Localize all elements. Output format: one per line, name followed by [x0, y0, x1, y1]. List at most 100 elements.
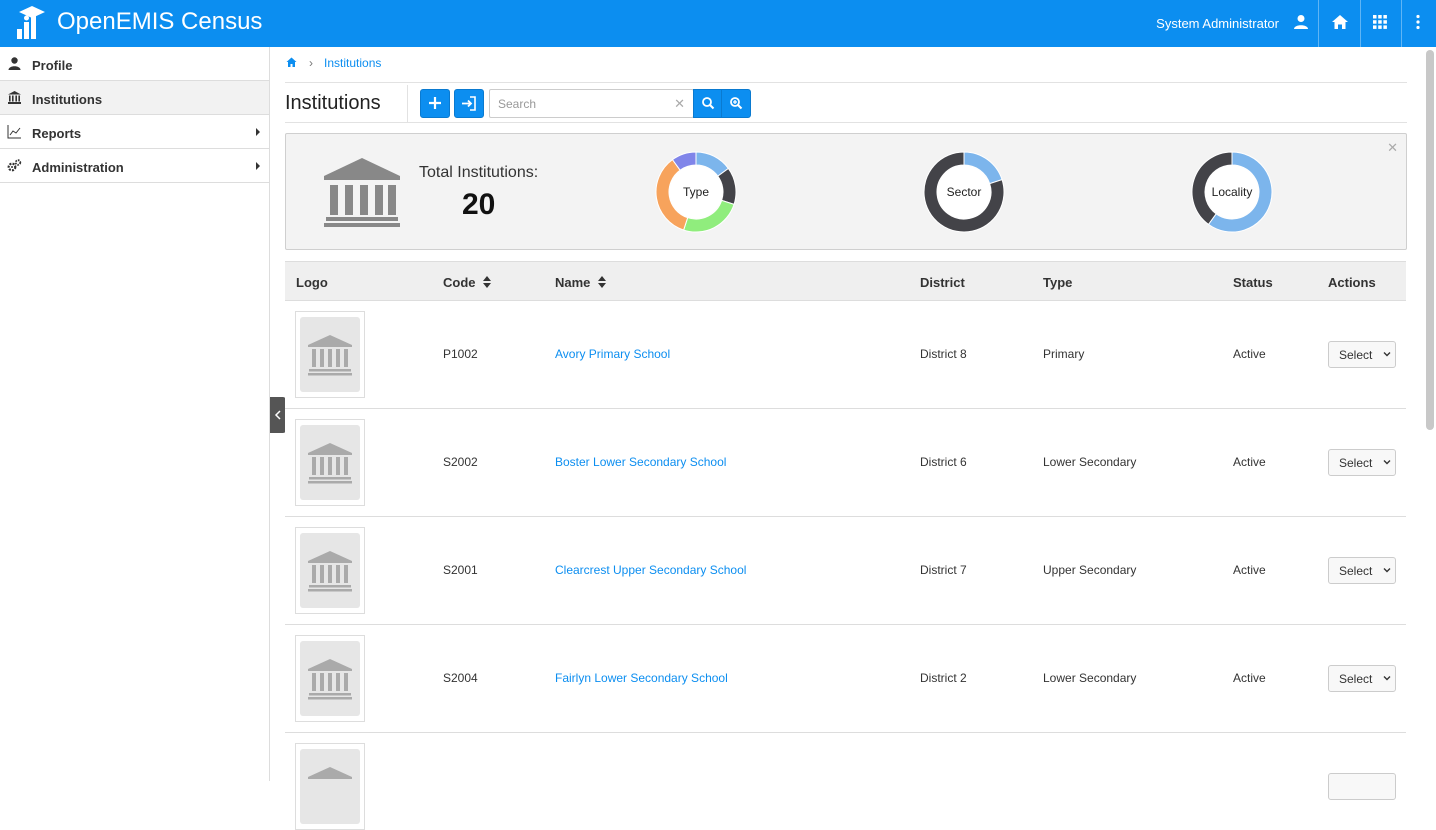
- caret-right-icon: [256, 128, 260, 136]
- bank-icon: [308, 443, 352, 484]
- cell-status: Active: [1233, 455, 1266, 469]
- institution-logo: [295, 527, 365, 614]
- header-divider: [1401, 0, 1402, 47]
- home-icon[interactable]: [286, 57, 297, 68]
- user-name[interactable]: System Administrator: [1156, 16, 1279, 31]
- header-divider: [1318, 0, 1319, 47]
- type-chart-label: Type: [682, 185, 709, 199]
- select-label: Select: [1339, 564, 1373, 578]
- cell-code: S2004: [443, 671, 478, 685]
- select-action-button[interactable]: Select: [1328, 665, 1396, 692]
- line-chart-icon: [7, 125, 21, 139]
- app-title[interactable]: OpenEMIS Census: [57, 8, 262, 36]
- bank-icon: [308, 659, 352, 700]
- cell-district: District 2: [920, 671, 967, 685]
- bank-icon: [324, 158, 400, 227]
- apps-grid-icon[interactable]: [1371, 13, 1389, 31]
- total-institutions-label: Total Institutions:: [419, 164, 539, 181]
- select-action-button[interactable]: Select: [1328, 449, 1396, 476]
- cell-name[interactable]: Avory Primary School: [555, 347, 670, 361]
- search-icon: [702, 97, 715, 110]
- column-header-code[interactable]: Code: [443, 275, 476, 290]
- divider: [285, 82, 1407, 83]
- divider: [407, 85, 408, 123]
- advanced-search-button[interactable]: [721, 89, 751, 118]
- institution-logo: [295, 311, 365, 398]
- sidebar-item-label: Profile: [32, 58, 73, 73]
- sidebar-item-institutions[interactable]: Institutions: [0, 81, 269, 115]
- header-divider: [1360, 0, 1361, 47]
- chevron-down-icon: [1383, 352, 1391, 357]
- breadcrumb-separator: ›: [309, 56, 313, 70]
- bank-icon: [308, 551, 352, 592]
- clear-search-icon[interactable]: ✕: [674, 96, 685, 112]
- import-button[interactable]: [454, 89, 484, 118]
- cell-status: Active: [1233, 671, 1266, 685]
- openemis-logo-icon[interactable]: [14, 4, 46, 40]
- search-button[interactable]: [693, 89, 722, 118]
- sort-icon[interactable]: [598, 276, 606, 288]
- close-icon[interactable]: ✕: [1387, 140, 1398, 156]
- bank-icon: [8, 91, 21, 104]
- table-row: [285, 733, 1406, 830]
- cell-code: S2001: [443, 563, 478, 577]
- table-header: Logo Code Name District Type Status Acti…: [285, 261, 1406, 301]
- institution-logo: [295, 635, 365, 722]
- cell-status: Active: [1233, 563, 1266, 577]
- institution-logo: [295, 743, 365, 830]
- select-action-button[interactable]: [1328, 773, 1396, 800]
- select-action-button[interactable]: Select: [1328, 557, 1396, 584]
- search-input[interactable]: [498, 96, 668, 112]
- table-row: S2001 Clearcrest Upper Secondary School Di…: [285, 517, 1406, 625]
- sidebar-item-reports[interactable]: Reports: [0, 115, 269, 149]
- cell-type: Upper Secondary: [1043, 563, 1137, 577]
- cell-district: District 7: [920, 563, 967, 577]
- sidebar-item-label: Administration: [32, 160, 124, 175]
- home-icon[interactable]: [1331, 13, 1349, 31]
- sidebar: Profile Institutions Reports Administrat…: [0, 47, 270, 781]
- sidebar-item-administration[interactable]: Administration: [0, 149, 269, 183]
- caret-right-icon: [256, 162, 260, 170]
- zoom-in-icon: [730, 97, 743, 110]
- table-row: S2004 Fairlyn Lower Secondary School Distr…: [285, 625, 1406, 733]
- bank-icon: [308, 767, 352, 779]
- institution-logo: [295, 419, 365, 506]
- add-button[interactable]: [420, 89, 450, 118]
- sidebar-item-label: Reports: [32, 126, 82, 141]
- breadcrumb-institutions[interactable]: Institutions: [324, 56, 381, 70]
- scrollbar[interactable]: [1426, 50, 1434, 430]
- cogs-icon: [7, 159, 22, 172]
- cell-name[interactable]: Fairlyn Lower Secondary School: [555, 671, 728, 685]
- sidebar-item-profile[interactable]: Profile: [0, 47, 269, 81]
- sidebar-collapse-toggle[interactable]: [270, 397, 286, 433]
- cell-code: S2002: [443, 455, 478, 469]
- cell-type: Primary: [1043, 347, 1085, 361]
- cell-type: Lower Secondary: [1043, 671, 1137, 685]
- bank-icon: [308, 335, 352, 376]
- select-label: Select: [1339, 672, 1373, 686]
- total-institutions-value: 20: [462, 188, 496, 221]
- column-header-actions: Actions: [1328, 275, 1376, 290]
- table-row: P1002 Avory Primary School District 8 Prima…: [285, 301, 1406, 409]
- cell-name[interactable]: Boster Lower Secondary School: [555, 455, 726, 469]
- cell-type: Lower Secondary: [1043, 455, 1137, 469]
- dashboard-panel: ✕ Total Institutions: 20 Type Sector Loc…: [285, 133, 1407, 250]
- select-action-button[interactable]: Select: [1328, 341, 1396, 368]
- sidebar-item-label: Institutions: [32, 92, 103, 107]
- divider: [285, 122, 1407, 123]
- table-row: S2002 Boster Lower Secondary School Distri…: [285, 409, 1406, 517]
- sector-chart-label: Sector: [946, 185, 982, 199]
- user-icon[interactable]: [1292, 13, 1310, 31]
- cell-name[interactable]: Clearcrest Upper Secondary School: [555, 563, 746, 577]
- column-header-type: Type: [1043, 275, 1073, 290]
- chevron-left-icon: [274, 410, 281, 420]
- column-header-name[interactable]: Name: [555, 275, 590, 290]
- page-title: Institutions: [285, 92, 381, 114]
- sort-icon[interactable]: [483, 276, 491, 288]
- cell-district: District 8: [920, 347, 967, 361]
- chevron-down-icon: [1383, 676, 1391, 681]
- sign-in-icon: [462, 96, 476, 111]
- more-vertical-icon[interactable]: [1409, 13, 1427, 31]
- cell-code: P1002: [443, 347, 478, 361]
- user-icon: [8, 57, 21, 70]
